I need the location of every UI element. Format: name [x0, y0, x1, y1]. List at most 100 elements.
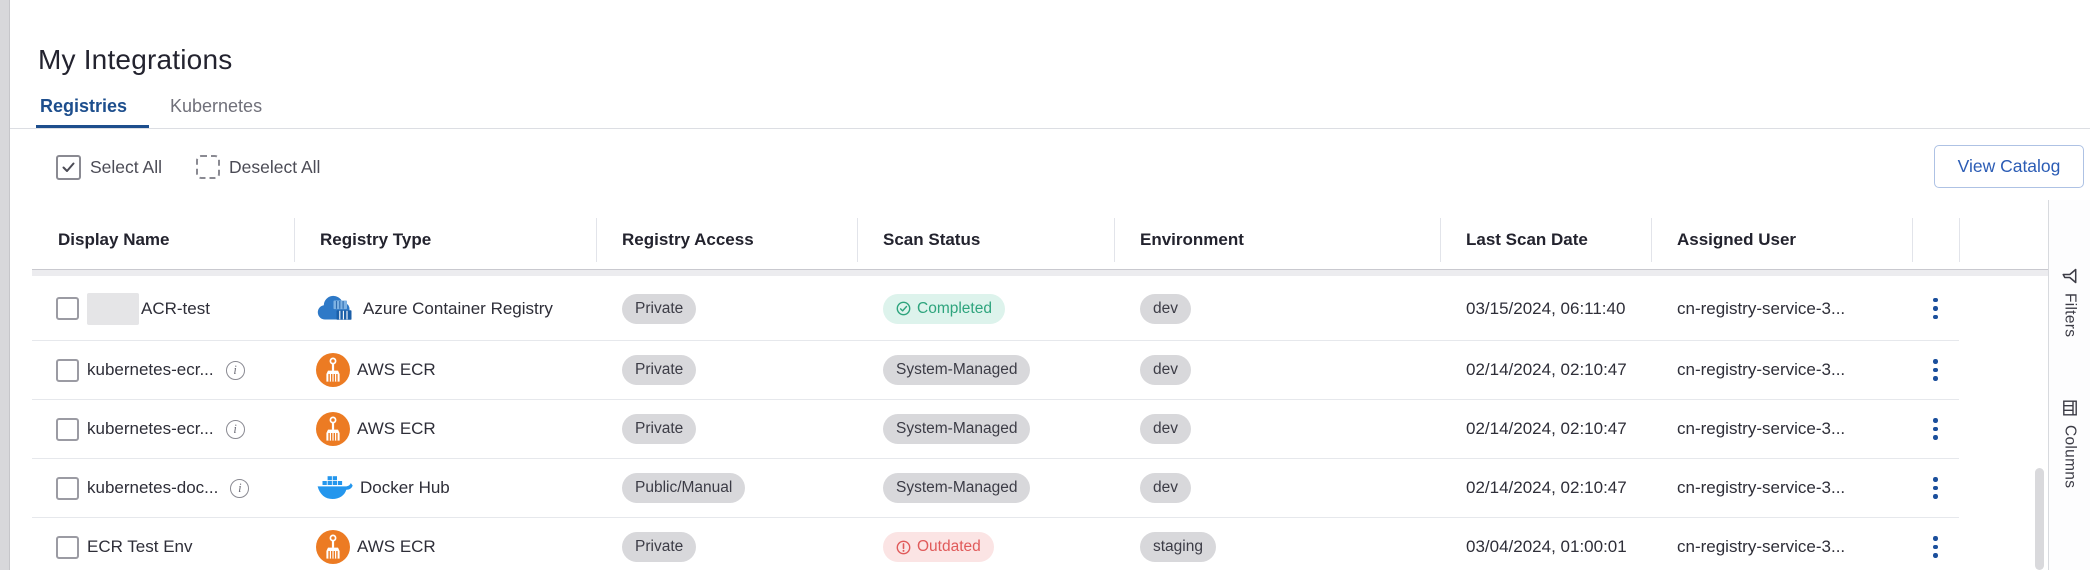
filters-panel-toggle[interactable]: Filters — [2049, 268, 2090, 337]
kebab-menu-button[interactable] — [1929, 414, 1942, 444]
cell-display-name: kubernetes-ecr... i — [32, 359, 294, 382]
column-header-spacer — [1959, 210, 2048, 270]
info-icon[interactable]: i — [226, 420, 245, 439]
registry-access-badge: Private — [622, 532, 696, 562]
display-name-text: ACR-test — [141, 299, 210, 319]
columns-label: Columns — [2061, 425, 2079, 488]
cell-actions — [1912, 355, 1959, 385]
column-header-assigned-user[interactable]: Assigned User — [1651, 210, 1912, 270]
checkbox-checked-icon — [56, 155, 81, 180]
display-name-text: kubernetes-doc... — [87, 478, 218, 498]
cell-scan-status: System-Managed — [857, 473, 1114, 503]
row-checkbox[interactable] — [56, 536, 79, 559]
cell-registry-type: AWS ECR — [294, 412, 596, 446]
cell-scan-status: System-Managed — [857, 355, 1114, 385]
column-header-last-scan-date[interactable]: Last Scan Date — [1440, 210, 1651, 270]
cell-registry-type: AWS ECR — [294, 530, 596, 564]
environment-badge: staging — [1140, 532, 1216, 562]
cell-last-scan-date: 03/04/2024, 01:00:01 — [1440, 537, 1651, 557]
scan-status-badge: System-Managed — [883, 355, 1030, 385]
kebab-menu-button[interactable] — [1929, 473, 1942, 503]
cell-display-name: ECR Test Env — [32, 536, 294, 559]
column-header-environment[interactable]: Environment — [1114, 210, 1440, 270]
table-row: kubernetes-ecr... i AWS ECR Private Syst… — [32, 341, 1959, 400]
vertical-scrollbar-thumb[interactable] — [2035, 468, 2044, 570]
cell-assigned-user: cn-registry-service-3... — [1651, 537, 1912, 557]
column-header-display-name[interactable]: Display Name — [32, 210, 294, 270]
row-checkbox[interactable] — [56, 297, 79, 320]
cell-display-name: ACR-test — [32, 293, 294, 325]
info-icon[interactable]: i — [226, 361, 245, 380]
cell-last-scan-date: 02/14/2024, 02:10:47 — [1440, 360, 1651, 380]
aws-ecr-icon — [316, 412, 350, 446]
kebab-menu-button[interactable] — [1929, 532, 1942, 562]
cell-assigned-user: cn-registry-service-3... — [1651, 299, 1912, 319]
page-title: My Integrations — [38, 44, 232, 76]
table-row: kubernetes-doc... i Docker Hub Public/Ma… — [32, 459, 1959, 518]
column-header-actions — [1912, 210, 1959, 270]
cell-scan-status: System-Managed — [857, 414, 1114, 444]
cell-registry-access: Private — [596, 355, 857, 385]
docker-hub-icon — [316, 473, 353, 503]
environment-badge: dev — [1140, 414, 1191, 444]
cell-actions — [1912, 473, 1959, 503]
redacted-text-block — [87, 293, 139, 325]
registry-access-badge: Private — [622, 294, 696, 324]
scan-status-badge: System-Managed — [883, 473, 1030, 503]
registry-access-badge: Private — [622, 414, 696, 444]
row-checkbox[interactable] — [56, 477, 79, 500]
kebab-menu-button[interactable] — [1929, 355, 1942, 385]
cell-registry-type: AWS ECR — [294, 353, 596, 387]
cell-environment: dev — [1114, 355, 1440, 385]
cell-last-scan-date: 02/14/2024, 02:10:47 — [1440, 419, 1651, 439]
cell-registry-access: Private — [596, 414, 857, 444]
azure-container-registry-icon — [316, 294, 356, 324]
tab-kubernetes[interactable]: Kubernetes — [170, 96, 262, 117]
view-catalog-button[interactable]: View Catalog — [1934, 145, 2084, 188]
environment-badge: dev — [1140, 294, 1191, 324]
scan-status-text: Completed — [917, 300, 992, 318]
cell-last-scan-date: 02/14/2024, 02:10:47 — [1440, 478, 1651, 498]
display-name-text: kubernetes-ecr... — [87, 360, 214, 380]
row-checkbox[interactable] — [56, 418, 79, 441]
table-row: ACR-test Azure Container Registry Privat… — [32, 277, 1959, 341]
cell-registry-type: Azure Container Registry — [294, 294, 596, 324]
scan-status-badge: System-Managed — [883, 414, 1030, 444]
deselect-all-button[interactable]: Deselect All — [196, 155, 320, 179]
column-header-registry-access[interactable]: Registry Access — [596, 210, 857, 270]
cell-assigned-user: cn-registry-service-3... — [1651, 360, 1912, 380]
scan-status-text: System-Managed — [896, 479, 1017, 497]
display-name-text: ECR Test Env — [87, 537, 193, 557]
cell-registry-access: Private — [596, 532, 857, 562]
select-all-label: Select All — [90, 157, 162, 178]
filter-funnel-icon — [2062, 268, 2078, 285]
kebab-menu-button[interactable] — [1929, 294, 1942, 324]
column-header-registry-type[interactable]: Registry Type — [294, 210, 596, 270]
deselect-all-label: Deselect All — [229, 157, 320, 178]
aws-ecr-icon — [316, 530, 350, 564]
horizontal-scrollbar-track[interactable] — [32, 270, 2048, 276]
columns-grid-icon — [2062, 400, 2078, 416]
columns-panel-toggle[interactable]: Columns — [2049, 400, 2090, 488]
window-left-edge — [0, 0, 10, 570]
table-header-row: Display NameRegistry TypeRegistry Access… — [32, 210, 2048, 270]
info-icon[interactable]: i — [230, 479, 249, 498]
registry-access-badge: Public/Manual — [622, 473, 745, 503]
scan-status-text: Outdated — [917, 538, 981, 556]
tab-registries[interactable]: Registries — [40, 96, 127, 117]
environment-badge: dev — [1140, 355, 1191, 385]
tabs-divider — [10, 128, 2090, 129]
aws-ecr-icon — [316, 353, 350, 387]
column-header-scan-status[interactable]: Scan Status — [857, 210, 1114, 270]
registry-access-badge: Private — [622, 355, 696, 385]
row-checkbox[interactable] — [56, 359, 79, 382]
registry-type-text: AWS ECR — [357, 537, 436, 557]
scan-status-text: System-Managed — [896, 361, 1017, 379]
registry-type-text: AWS ECR — [357, 419, 436, 439]
scan-status-badge: Outdated — [883, 532, 994, 562]
filters-label: Filters — [2061, 293, 2079, 337]
dashed-square-icon — [196, 155, 220, 179]
scan-status-icon — [896, 540, 911, 555]
environment-badge: dev — [1140, 473, 1191, 503]
select-all-button[interactable]: Select All — [56, 155, 162, 180]
